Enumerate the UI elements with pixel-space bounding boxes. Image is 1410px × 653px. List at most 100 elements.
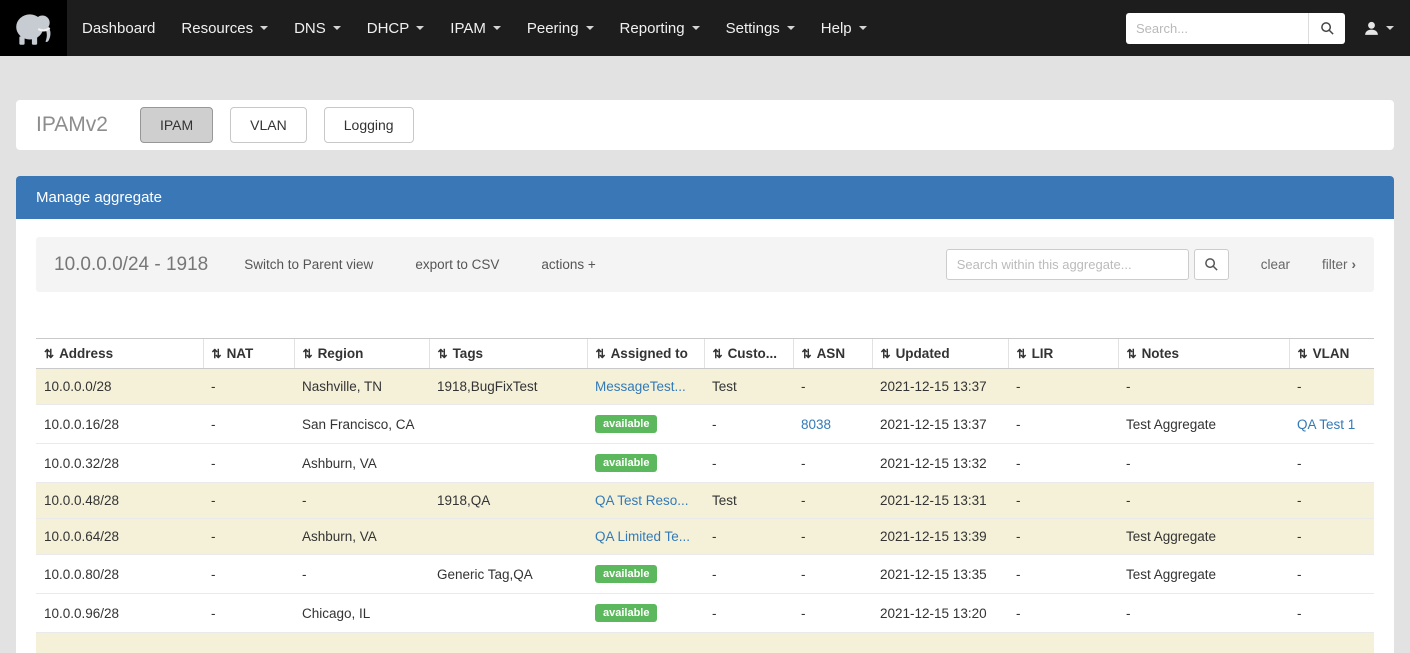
status-badge: available (595, 604, 658, 622)
cell-notes: - (1118, 368, 1289, 405)
nav-item-label: Reporting (619, 19, 685, 37)
clear-link[interactable]: clear (1261, 257, 1290, 272)
page-title: IPAMv2 (36, 113, 108, 136)
nav-item-help[interactable]: Help (808, 0, 880, 56)
cell-assigned: MessageTest... (587, 368, 704, 405)
view-tabs: IPAM VLAN Logging (139, 107, 431, 143)
nav-item-dns[interactable]: DNS (281, 0, 354, 56)
nav-item-dashboard[interactable]: Dashboard (69, 0, 168, 56)
cell-vlan: - (1289, 554, 1374, 594)
column-label: Notes (1141, 346, 1180, 361)
cell-lir: - (1008, 554, 1118, 594)
column-header-region[interactable]: ⇅ Region (293, 338, 429, 369)
panel-title: Manage aggregate (36, 189, 162, 206)
nav-item-label: Dashboard (82, 19, 156, 37)
chevron-down-icon (416, 26, 425, 30)
nav-item-label: IPAM (450, 19, 486, 37)
nav-item-ipam[interactable]: IPAM (437, 0, 514, 56)
cell-customer: - (704, 518, 793, 555)
cell-updated: 2021-12-15 13:32 (872, 443, 1008, 483)
nav-item-peering[interactable]: Peering (514, 0, 607, 56)
tab-vlan[interactable]: VLAN (230, 107, 307, 143)
column-header-tags[interactable]: ⇅ Tags (428, 338, 587, 369)
export-csv-link[interactable]: export to CSV (415, 257, 499, 272)
navbar-right (1126, 12, 1396, 44)
cell-notes: - (1118, 593, 1289, 633)
column-header-updated[interactable]: ⇅ Updated (871, 338, 1008, 369)
cell-tags (429, 404, 587, 444)
cell-assigned: QA Limited Te... (587, 518, 704, 555)
cell-address: 10.0.0.0/28 (36, 368, 203, 405)
nav-item-reporting[interactable]: Reporting (607, 0, 713, 56)
assigned-link[interactable]: QA Limited Te... (595, 529, 690, 544)
column-header-lir[interactable]: ⇅ LIR (1007, 338, 1118, 369)
aggregate-toolbar: 10.0.0.0/24 - 1918 Switch to Parent view… (36, 237, 1374, 292)
cell-lir: - (1008, 404, 1118, 444)
sort-icon: ⇅ (595, 347, 606, 361)
sort-icon: ⇅ (44, 347, 55, 361)
user-icon (1365, 21, 1378, 35)
column-header-vlan[interactable]: ⇅ VLAN (1288, 338, 1374, 369)
chevron-down-icon (858, 26, 867, 30)
vlan-link[interactable]: QA Test 1 (1297, 417, 1355, 432)
nav-item-label: Peering (526, 19, 579, 37)
global-search-button[interactable] (1308, 12, 1345, 44)
assigned-link[interactable]: MessageTest... (595, 379, 686, 394)
filter-link-label: filter (1321, 257, 1348, 272)
actions-link[interactable]: actions + (541, 257, 595, 272)
main-nav: Dashboard Resources DNS DHCP IPAM Peering Repo… (69, 0, 880, 56)
cell-nat: - (203, 554, 294, 594)
tab-ipam[interactable]: IPAM (139, 107, 214, 143)
nav-item-dhcp[interactable]: DHCP (354, 0, 438, 56)
cell-address: 10.0.0.80/28 (36, 554, 203, 594)
column-label: ASN (816, 346, 846, 361)
aggregate-search-input[interactable] (945, 249, 1189, 280)
user-menu[interactable] (1361, 16, 1396, 41)
tab-logging[interactable]: Logging (323, 107, 414, 143)
column-header-address[interactable]: ⇅ Address (36, 338, 203, 369)
cell-updated: 2021-12-15 13:35 (872, 554, 1008, 594)
cell-nat: - (203, 518, 294, 555)
column-header-nat[interactable]: ⇅ NAT (202, 338, 294, 369)
cell-asn: - (793, 482, 872, 519)
nav-item-resources[interactable]: Resources (168, 0, 281, 56)
column-label: Region (317, 346, 364, 361)
cell-asn: - (793, 593, 872, 633)
panel-header: Manage aggregate (16, 176, 1394, 219)
filter-link[interactable]: filter › (1322, 257, 1356, 272)
column-label: Address (59, 346, 114, 361)
cell-notes: Test Aggregate (1118, 404, 1289, 444)
nav-item-label: DNS (294, 19, 326, 37)
app-logo[interactable] (0, 0, 67, 56)
cell-lir: - (1008, 482, 1118, 519)
cell-notes: - (1118, 482, 1289, 519)
cell-address: 10.0.0.16/28 (36, 404, 203, 444)
cell-notes: Test Aggregate (1118, 554, 1289, 594)
cell-customer: Test (704, 368, 793, 405)
aggregate-table: ⇅ Address ⇅ NAT ⇅ Region ⇅ Tags ⇅ Assigned to ⇅ Cus… (36, 338, 1374, 633)
cell-lir: - (1008, 443, 1118, 483)
cell-tags: 1918,QA (429, 482, 587, 519)
aggregate-search-button[interactable] (1193, 249, 1229, 280)
global-search-input[interactable] (1126, 12, 1308, 44)
asn-link[interactable]: 8038 (801, 417, 831, 432)
cell-assigned: available (587, 593, 704, 633)
table-row: 10.0.0.64/28- Ashburn, VA QA Limited Te...… (36, 518, 1374, 555)
column-header-asn[interactable]: ⇅ ASN (792, 338, 872, 369)
switch-parent-view-link[interactable]: Switch to Parent view (244, 257, 373, 272)
column-header-customer[interactable]: ⇅ Custo... (703, 338, 793, 369)
status-badge: available (595, 454, 658, 472)
cell-address: 10.0.0.48/28 (36, 482, 203, 519)
column-header-assigned[interactable]: ⇅ Assigned to (586, 338, 704, 369)
cell-nat: - (203, 593, 294, 633)
cell-customer: - (704, 593, 793, 633)
table-row-partial (36, 633, 1374, 653)
cell-asn: - (793, 368, 872, 405)
cell-vlan: - (1289, 482, 1374, 519)
cell-lir: - (1008, 368, 1118, 405)
assigned-link[interactable]: QA Test Reso... (595, 493, 689, 508)
cell-tags (429, 443, 587, 483)
column-header-notes[interactable]: ⇅ Notes (1117, 338, 1289, 369)
cell-tags (429, 518, 587, 555)
nav-item-settings[interactable]: Settings (713, 0, 808, 56)
